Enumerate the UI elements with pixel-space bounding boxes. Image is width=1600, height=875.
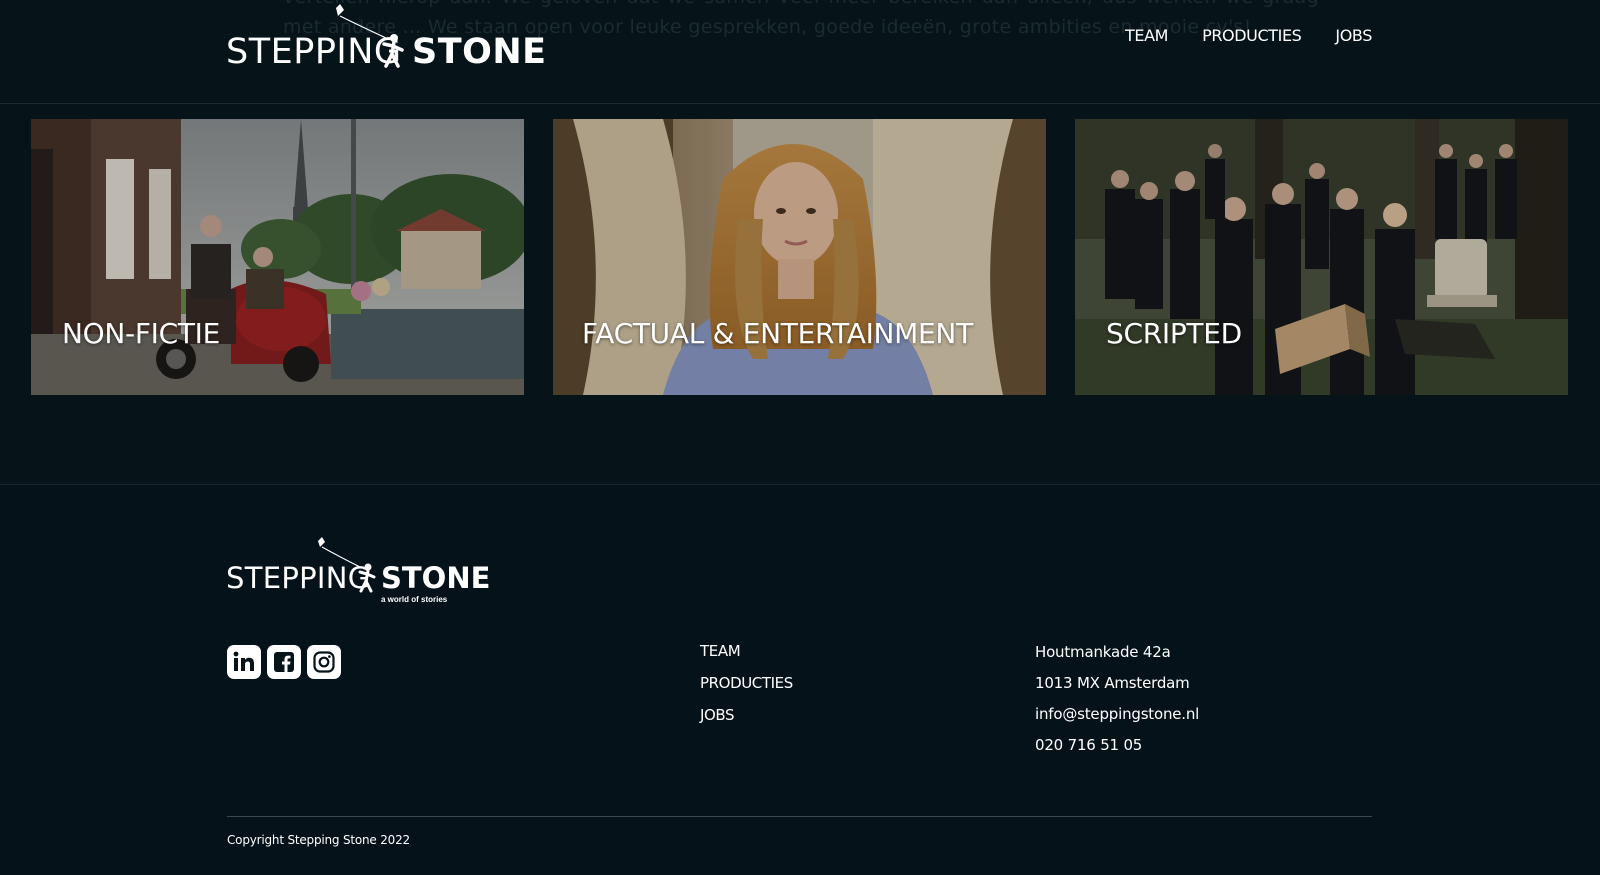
tile-label-non-fictie: NON-FICTIE — [62, 317, 221, 350]
nav-link-jobs[interactable]: JOBS — [1335, 26, 1372, 45]
footer-logo[interactable]: STEPPING STONE a world of stories — [226, 537, 490, 607]
site-footer: STEPPING STONE a world of stories TEAM P… — [0, 484, 1600, 875]
copyright-text: Copyright Stepping Stone 2022 — [227, 833, 410, 847]
address-city: 1013 MX Amsterdam — [1035, 674, 1190, 692]
tile-factual-entertainment[interactable]: FACTUAL & ENTERTAINMENT — [553, 119, 1046, 395]
linkedin-icon[interactable] — [227, 645, 261, 679]
logo-word-stone: STONE — [412, 32, 547, 72]
footer-logo-word-stone: STONE — [381, 561, 491, 595]
footer-logo-tagline: a world of stories — [381, 595, 448, 604]
footer-link-jobs[interactable]: JOBS — [700, 699, 793, 731]
footer-link-team[interactable]: TEAM — [700, 635, 793, 667]
footer-nav: TEAM PRODUCTIES JOBS — [700, 635, 793, 731]
nav-link-producties[interactable]: PRODUCTIES — [1202, 26, 1302, 45]
social-links — [227, 645, 341, 679]
tile-scripted[interactable]: SCRIPTED — [1075, 119, 1568, 395]
tile-non-fictie[interactable]: NON-FICTIE — [31, 119, 524, 395]
footer-link-producties[interactable]: PRODUCTIES — [700, 667, 793, 699]
tile-label-factual-entertainment: FACTUAL & ENTERTAINMENT — [582, 317, 973, 350]
instagram-icon[interactable] — [307, 645, 341, 679]
footer-logo-word-stepping: STEPPING — [226, 561, 371, 595]
address-street: Houtmankade 42a — [1035, 643, 1171, 661]
category-tiles: NON-FICTIE FACTUAL & ENTERTAINMENT SCRIP… — [31, 119, 1568, 395]
nav-link-team[interactable]: TEAM — [1125, 26, 1168, 45]
contact-info: Houtmankade 42a 1013 MX Amsterdam info@s… — [1035, 637, 1199, 761]
site-header: vertellen hierop aan. We geloven dat we … — [0, 0, 1600, 104]
facebook-icon[interactable] — [267, 645, 301, 679]
footer-divider — [227, 816, 1372, 817]
email-link[interactable]: info@steppingstone.nl — [1035, 699, 1199, 730]
site-logo[interactable]: STEPPING STONE — [226, 4, 546, 72]
main-nav: TEAM PRODUCTIES JOBS — [1125, 26, 1372, 45]
logo-word-stepping: STEPPING — [226, 32, 402, 72]
phone-number[interactable]: 020 716 51 05 — [1035, 730, 1199, 761]
tile-label-scripted: SCRIPTED — [1106, 317, 1242, 350]
